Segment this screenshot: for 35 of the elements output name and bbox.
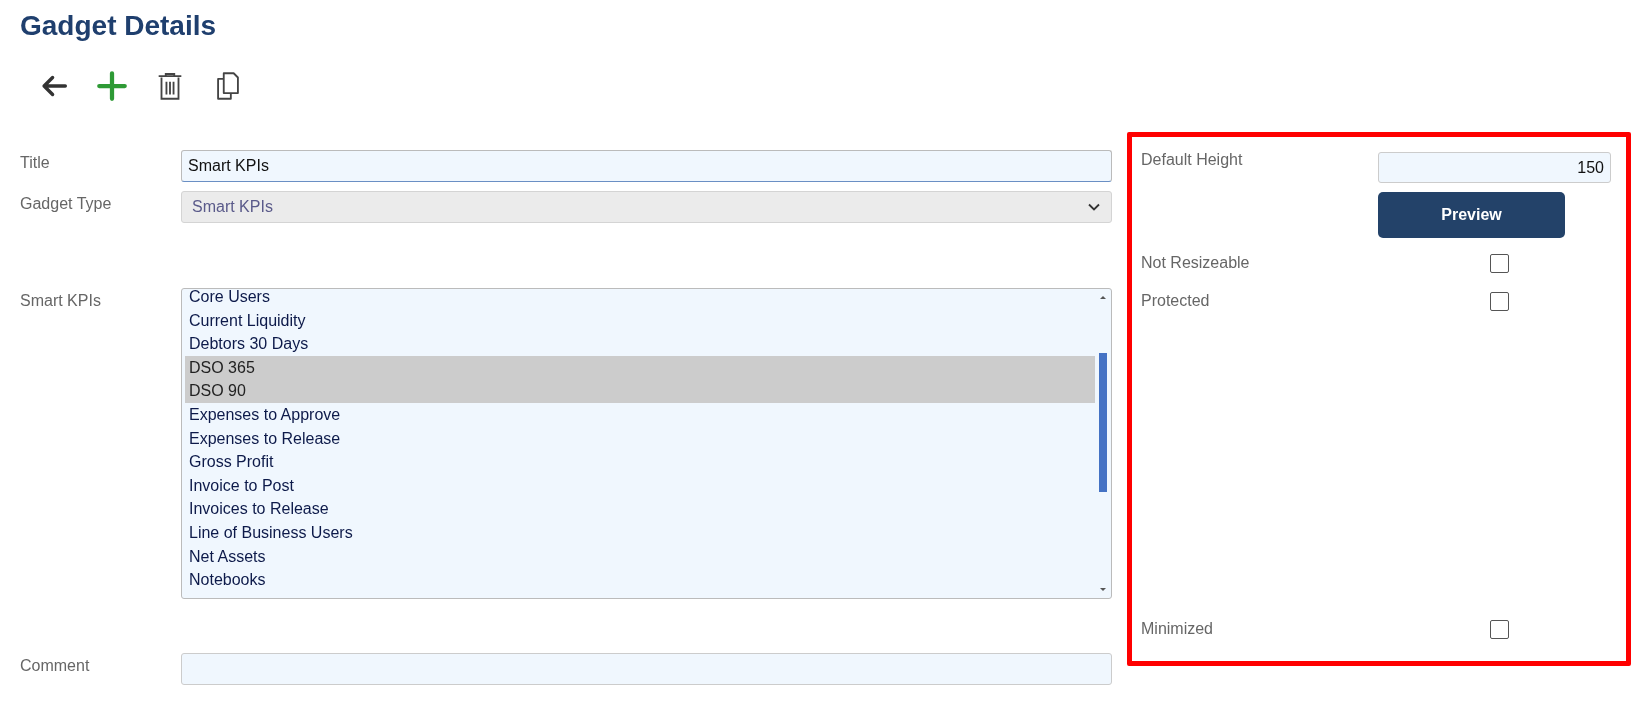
plus-icon [95,69,129,103]
field-label: Comment [20,656,91,676]
list-option[interactable]: Debtors 30 Days [185,332,1095,356]
field-label: Protected [1141,291,1211,311]
comment-input-field[interactable] [181,653,1112,685]
field-label: Not Resizeable [1141,253,1251,273]
checkbox[interactable] [1490,619,1509,639]
title-input-field[interactable]: Smart KPIs [181,150,1112,182]
default-height-input-field[interactable]: 150 [1378,152,1611,183]
preview-button[interactable]: Preview [1378,192,1565,238]
plus-button[interactable] [94,68,130,104]
checkbox[interactable] [1490,253,1509,273]
list-option[interactable]: DSO 365 [185,355,1095,380]
list-option[interactable]: Core Users [185,289,1095,309]
checkbox[interactable] [1490,291,1509,311]
list-option[interactable]: Expenses to Release [185,426,1095,451]
list-option[interactable]: Expenses to Approve [185,402,1095,427]
scrollbar-thumb[interactable] [1099,353,1107,492]
kpi-listbox[interactable]: Core Users Current Liquidity Debtors 30 Days DSO 365 DSO 90 Expenses to Approve Expenses to Release Gross Profit Invoice to Post Invoices to Release Line of Business Users Net Assets Notebooks [181,288,1112,599]
field-label: Minimized [1141,619,1214,639]
list-option[interactable]: Invoices to Release [185,497,1095,521]
page-title: Gadget Details [19,9,218,43]
list-option[interactable]: DSO 90 [185,379,1095,403]
list-option[interactable]: Net Assets [185,544,1095,569]
list-option[interactable]: Invoice to Post [185,473,1095,498]
list-option[interactable]: Gross Profit [185,450,1095,474]
field-label: Title [20,153,51,173]
scroll-down-icon[interactable] [1099,586,1107,594]
list-option[interactable]: Line of Business Users [185,520,1095,545]
list-option[interactable]: Notebooks [185,568,1095,592]
field-label: Default Height [1141,150,1244,170]
field-label: Smart KPIs [20,291,102,311]
list-option[interactable]: Current Liquidity [185,308,1095,333]
scroll-up-icon[interactable] [1099,293,1107,301]
field-label: Gadget Type [20,194,113,214]
